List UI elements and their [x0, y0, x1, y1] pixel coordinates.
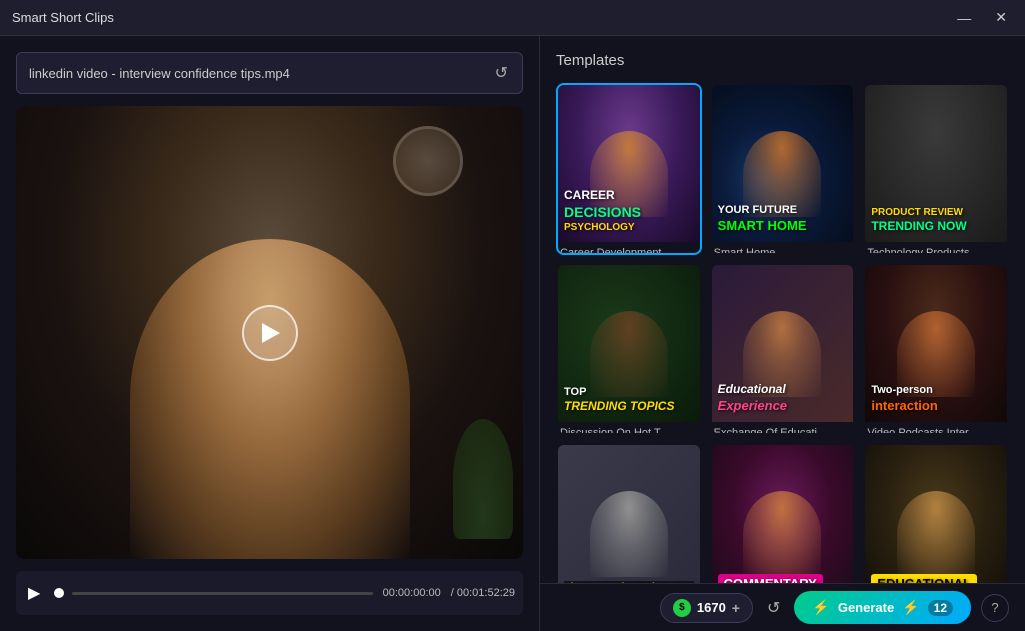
template-label-career: Career Development	[558, 242, 700, 255]
progress-container	[54, 588, 372, 598]
template-thumbnail-tech: PRODUCT REVIEWTRENDING NOW	[865, 85, 1007, 242]
template-overlay-smarthome: YOUR FUTURESMART HOME	[712, 197, 854, 242]
template-item-educational[interactable]: EducationalExperienceExchange Of Educati…	[710, 263, 856, 435]
file-input-row: linkedin video - interview confidence ti…	[16, 52, 523, 94]
template-item-smarthome[interactable]: YOUR FUTURESMART HOMESmart Home	[710, 83, 856, 255]
template-label-tech: Technology Products	[865, 242, 1007, 255]
wall-decoration	[393, 126, 463, 196]
template-thumbnail-career: CAREERDECISIONSPSYCHOLOGY	[558, 85, 700, 242]
app-title: Smart Short Clips	[12, 10, 114, 25]
play-icon-small: ▶	[28, 585, 40, 602]
person-in-video	[130, 239, 410, 559]
generate-button[interactable]: ⚡ Generate ⚡ 12	[794, 591, 971, 624]
template-thumbnail-commentary: COMMENTARY	[712, 445, 854, 602]
template-label-discussion: Discussion On Hot T...	[558, 422, 700, 435]
template-label-educational: Exchange Of Educati...	[712, 422, 854, 435]
template-text-podcast: interaction	[871, 398, 1001, 415]
template-thumbnail-vintage: Vintage Denim Series	[558, 445, 700, 602]
play-button[interactable]: ▶	[24, 581, 44, 605]
template-text-smarthome: YOUR FUTURE	[718, 203, 848, 217]
coins-badge[interactable]: $ 1670 +	[660, 593, 753, 623]
minimize-button[interactable]: —	[951, 7, 977, 28]
template-thumbnail-educational: EducationalExperience	[712, 265, 854, 422]
template-text-career: DECISIONS	[564, 203, 694, 221]
bottom-bar: $ 1670 + ↺ ⚡ Generate ⚡ 12 ?	[540, 583, 1025, 631]
generate-count: 12	[928, 600, 953, 616]
template-overlay-educational: EducationalExperience	[712, 376, 854, 422]
play-icon	[262, 323, 280, 343]
video-area	[16, 106, 523, 559]
template-overlay-discussion: TOPTRENDING TOPICS	[558, 379, 700, 423]
template-overlay-tech: PRODUCT REVIEWTRENDING NOW	[865, 200, 1007, 243]
template-item-career[interactable]: CAREERDECISIONSPSYCHOLOGYCareer Developm…	[556, 83, 702, 255]
template-label-smarthome: Smart Home	[712, 242, 854, 255]
generate-icon: ⚡	[812, 599, 829, 616]
template-text-discussion: TRENDING TOPICS	[564, 399, 694, 415]
refresh-file-button[interactable]: ↺	[493, 61, 510, 85]
template-item-discussion[interactable]: TOPTRENDING TOPICSDiscussion On Hot T...	[556, 263, 702, 435]
title-bar: Smart Short Clips — ✕	[0, 0, 1025, 36]
time-total: / 00:01:52:29	[451, 587, 515, 599]
refresh-templates-button[interactable]: ↺	[763, 594, 784, 622]
progress-bar[interactable]	[72, 592, 372, 595]
progress-dot	[54, 588, 64, 598]
templates-title: Templates	[556, 52, 1009, 69]
left-panel: linkedin video - interview confidence ti…	[0, 36, 540, 631]
template-person-commentary	[744, 491, 822, 578]
template-item-tech[interactable]: PRODUCT REVIEWTRENDING NOWTechnology Pro…	[863, 83, 1009, 255]
template-label-podcast: Video Podcasts Inter...	[865, 422, 1007, 435]
close-button[interactable]: ✕	[989, 7, 1013, 28]
coin-count: 1670	[697, 600, 726, 615]
help-button[interactable]: ?	[981, 594, 1009, 622]
generate-lightning: ⚡	[902, 599, 919, 616]
template-thumbnail-educational2: EDUCATIONAL	[865, 445, 1007, 602]
add-coins-button[interactable]: +	[732, 600, 740, 616]
template-thumbnail-discussion: TOPTRENDING TOPICS	[558, 265, 700, 422]
template-thumbnail-podcast: Two-personinteraction	[865, 265, 1007, 422]
template-thumbnail-smarthome: YOUR FUTURESMART HOME	[712, 85, 854, 242]
video-controls-bar: ▶ 00:00:00:00 / 00:01:52:29	[16, 571, 523, 615]
template-text-educational: Experience	[718, 398, 848, 415]
generate-label: Generate	[838, 600, 894, 615]
template-person-educational2	[897, 491, 975, 578]
template-text-career: CAREER	[564, 188, 694, 204]
templates-grid: CAREERDECISIONSPSYCHOLOGYCareer Developm…	[556, 83, 1009, 615]
template-person-vintage	[590, 491, 668, 578]
coin-icon: $	[673, 599, 691, 617]
template-text-career: PSYCHOLOGY	[564, 221, 694, 234]
template-item-podcast[interactable]: Two-personinteractionVideo Podcasts Inte…	[863, 263, 1009, 435]
right-panel: Templates CAREERDECISIONSPSYCHOLOGYCaree…	[540, 36, 1025, 631]
template-text-tech: PRODUCT REVIEW	[871, 206, 1001, 219]
template-text-tech: TRENDING NOW	[871, 219, 1001, 235]
file-name: linkedin video - interview confidence ti…	[29, 66, 485, 81]
template-overlay-career: CAREERDECISIONSPSYCHOLOGY	[558, 182, 700, 243]
template-text-podcast: Two-person	[871, 383, 1001, 397]
app-body: linkedin video - interview confidence ti…	[0, 36, 1025, 631]
time-current: 00:00:00:00	[383, 587, 441, 599]
template-text-smarthome: SMART HOME	[718, 218, 848, 235]
plant-decoration	[453, 419, 513, 539]
window-controls: — ✕	[951, 7, 1013, 28]
video-play-overlay-button[interactable]	[242, 305, 298, 361]
template-text-discussion: TOP	[564, 385, 694, 399]
template-text-educational: Educational	[718, 382, 848, 398]
template-overlay-podcast: Two-personinteraction	[865, 377, 1007, 422]
